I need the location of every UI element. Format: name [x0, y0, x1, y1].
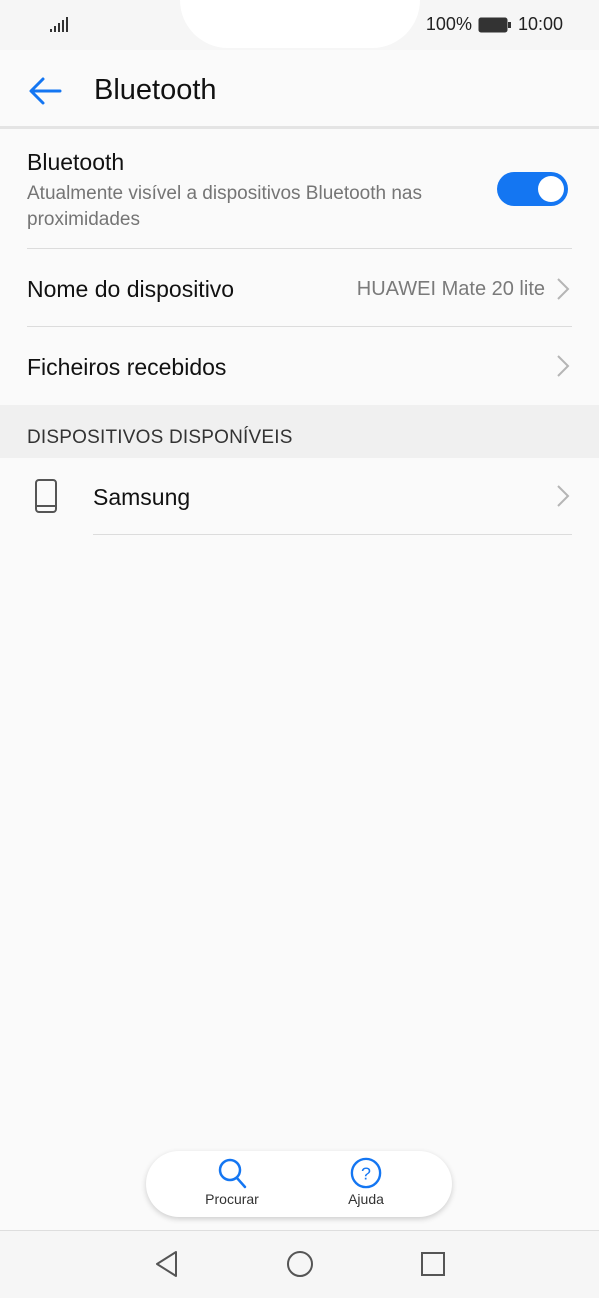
bluetooth-row-subtitle: Atualmente visível a dispositivos Blueto… [27, 183, 422, 230]
divider [27, 326, 572, 327]
battery-icon [478, 17, 511, 32]
app-bar: Bluetooth [0, 50, 599, 128]
bluetooth-toggle[interactable] [497, 172, 568, 206]
search-label: Procurar [205, 1191, 259, 1207]
help-label: Ajuda [348, 1191, 384, 1207]
phone-icon [35, 479, 57, 513]
page-title: Bluetooth [94, 74, 217, 106]
nav-home-icon[interactable] [285, 1249, 315, 1279]
nav-recents-icon[interactable] [418, 1249, 448, 1279]
signal-icon [50, 17, 68, 32]
battery-percent: 100% [425, 14, 472, 34]
status-right: 100% 10:00 [426, 14, 563, 35]
notch [180, 0, 420, 48]
toggle-knob [538, 176, 564, 202]
system-nav-bar [0, 1231, 599, 1298]
divider [27, 248, 572, 249]
device-name-value: HUAWEI Mate 20 lite [356, 278, 545, 300]
help-button[interactable]: ? Ajuda [321, 1157, 411, 1207]
header-divider [0, 126, 599, 129]
chevron-right-icon [557, 355, 570, 377]
svg-text:?: ? [361, 1164, 371, 1184]
bluetooth-row-title: Bluetooth [27, 149, 125, 175]
help-icon: ? [350, 1157, 382, 1189]
screen: 100% 10:00 Bluetooth Bluetooth Atualment… [0, 0, 599, 1298]
search-button[interactable]: Procurar [187, 1157, 277, 1207]
received-files-title: Ficheiros recebidos [27, 354, 227, 380]
nav-back-icon[interactable] [152, 1249, 182, 1279]
back-arrow-icon[interactable] [26, 74, 64, 108]
chevron-right-icon [557, 278, 570, 300]
bottom-action-bar: Procurar ? Ajuda [146, 1151, 452, 1217]
search-icon [218, 1158, 247, 1189]
chevron-right-icon [557, 485, 570, 507]
device-name-label: Samsung [93, 484, 191, 510]
device-name-title: Nome do dispositivo [27, 276, 235, 302]
available-devices-header: DISPOSITIVOS DISPONÍVEIS [27, 427, 293, 448]
divider [93, 534, 572, 535]
status-bar: 100% 10:00 [0, 0, 599, 50]
status-time: 10:00 [517, 14, 563, 34]
